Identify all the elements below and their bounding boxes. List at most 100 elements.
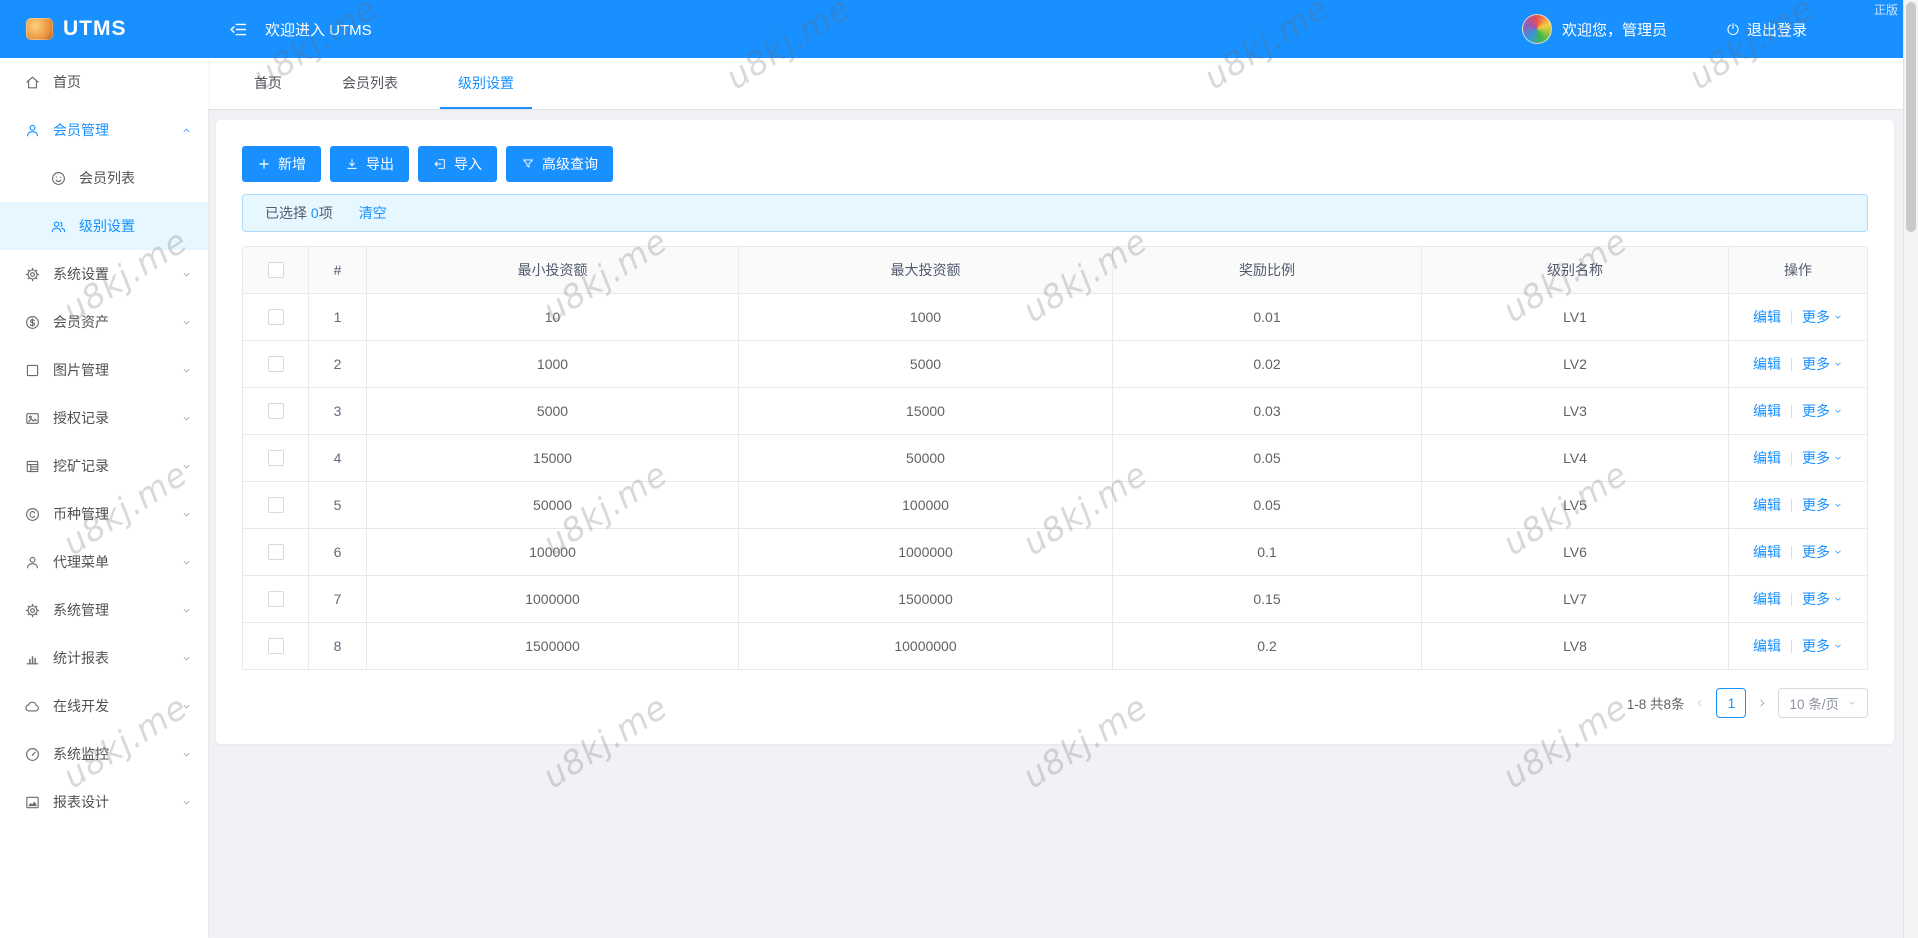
row-checkbox[interactable] bbox=[267, 309, 284, 325]
row-actions-cell: 编辑 更多 bbox=[1729, 294, 1867, 340]
user-avatar[interactable] bbox=[1521, 14, 1552, 44]
chevron-down-icon bbox=[181, 461, 192, 472]
edit-link[interactable]: 编辑 bbox=[1753, 354, 1781, 374]
table-body: 1 10 1000 0.01 LV1 编辑 更多 2 1000 5000 0.02 LV2 编辑 更多 3 5… bbox=[243, 293, 1867, 669]
tab-2[interactable]: 会员列表 bbox=[324, 58, 416, 109]
more-link[interactable]: 更多 bbox=[1802, 354, 1843, 374]
logout-label: 退出登录 bbox=[1746, 21, 1807, 39]
more-link[interactable]: 更多 bbox=[1802, 495, 1843, 515]
next-page-button[interactable] bbox=[1756, 697, 1768, 709]
table-row-8: 8 1500000 10000000 0.2 LV8 编辑 更多 bbox=[243, 622, 1867, 669]
edit-link[interactable]: 编辑 bbox=[1753, 589, 1781, 609]
action-divider bbox=[1791, 498, 1792, 512]
sidebar-item-8[interactable]: 授权记录 bbox=[0, 394, 208, 442]
copyright-icon bbox=[24, 506, 41, 523]
tab-3[interactable]: 级别设置 bbox=[440, 58, 532, 109]
edit-link[interactable]: 编辑 bbox=[1753, 636, 1781, 656]
sidebar-item-label: 系统设置 bbox=[53, 266, 109, 282]
download-icon bbox=[345, 157, 359, 171]
row-index: 8 bbox=[309, 623, 367, 669]
more-link[interactable]: 更多 bbox=[1802, 542, 1843, 562]
page-number-button[interactable]: 1 bbox=[1716, 688, 1747, 718]
reward-ratio-cell: 0.05 bbox=[1113, 435, 1422, 481]
area-chart-icon bbox=[24, 794, 41, 811]
edit-link[interactable]: 编辑 bbox=[1753, 401, 1781, 421]
level-name-cell: LV8 bbox=[1422, 623, 1729, 669]
level-name-cell: LV5 bbox=[1422, 482, 1729, 528]
chevron-down-icon bbox=[181, 605, 192, 616]
row-select-cell bbox=[243, 341, 309, 387]
scrollbar[interactable] bbox=[1903, 0, 1918, 938]
sidebar-item-1[interactable]: 首页 bbox=[0, 58, 208, 106]
sidebar-item-7[interactable]: 图片管理 bbox=[0, 346, 208, 394]
chevron-down-icon bbox=[1833, 312, 1843, 322]
row-checkbox[interactable] bbox=[267, 638, 284, 654]
edit-link[interactable]: 编辑 bbox=[1753, 542, 1781, 562]
row-actions-cell: 编辑 更多 bbox=[1729, 623, 1867, 669]
column-header: # bbox=[309, 247, 367, 293]
row-checkbox[interactable] bbox=[267, 403, 284, 419]
chevron-down-icon bbox=[181, 653, 192, 664]
sidebar-item-2[interactable]: 会员管理 bbox=[0, 106, 208, 154]
reward-ratio-cell: 0.02 bbox=[1113, 341, 1422, 387]
page-size-select[interactable]: 10 条/页 bbox=[1778, 688, 1868, 718]
sidebar-item-4[interactable]: 级别设置 bbox=[0, 202, 208, 250]
clear-selection-link[interactable]: 清空 bbox=[359, 203, 387, 223]
row-select-cell bbox=[243, 482, 309, 528]
advanced-query-button[interactable]: 高级查询 bbox=[506, 146, 613, 182]
prev-page-button[interactable] bbox=[1694, 697, 1706, 709]
sidebar-item-6[interactable]: 会员资产 bbox=[0, 298, 208, 346]
logo-text: UTMS bbox=[63, 17, 127, 40]
edit-link[interactable]: 编辑 bbox=[1753, 495, 1781, 515]
select-all-checkbox[interactable] bbox=[267, 262, 284, 278]
sidebar-item-15[interactable]: 系统监控 bbox=[0, 730, 208, 778]
sidebar-item-11[interactable]: 代理菜单 bbox=[0, 538, 208, 586]
sidebar-item-5[interactable]: 系统设置 bbox=[0, 250, 208, 298]
logout-button[interactable]: 退出登录 bbox=[1725, 19, 1807, 40]
row-checkbox[interactable] bbox=[267, 544, 284, 560]
add-button[interactable]: 新增 bbox=[242, 146, 321, 182]
row-actions-cell: 编辑 更多 bbox=[1729, 529, 1867, 575]
edit-link[interactable]: 编辑 bbox=[1753, 448, 1781, 468]
more-link[interactable]: 更多 bbox=[1802, 307, 1843, 327]
sidebar-item-16[interactable]: 报表设计 bbox=[0, 778, 208, 826]
max-investment-cell: 100000 bbox=[739, 482, 1113, 528]
more-link[interactable]: 更多 bbox=[1802, 401, 1843, 421]
scrollbar-thumb[interactable] bbox=[1906, 2, 1916, 232]
welcome-text: 欢迎进入 UTMS bbox=[265, 21, 372, 39]
bar-chart-icon bbox=[24, 650, 41, 667]
table-row-2: 2 1000 5000 0.02 LV2 编辑 更多 bbox=[243, 340, 1867, 387]
more-link[interactable]: 更多 bbox=[1802, 636, 1843, 656]
sidebar-item-10[interactable]: 币种管理 bbox=[0, 490, 208, 538]
menu-fold-icon[interactable] bbox=[228, 19, 249, 40]
level-name-cell: LV6 bbox=[1422, 529, 1729, 575]
sidebar-item-label: 级别设置 bbox=[79, 218, 135, 234]
edit-link[interactable]: 编辑 bbox=[1753, 307, 1781, 327]
row-checkbox[interactable] bbox=[267, 497, 284, 513]
sidebar-item-label: 报表设计 bbox=[53, 794, 109, 810]
export-button[interactable]: 导出 bbox=[330, 146, 409, 182]
smile-icon bbox=[50, 170, 67, 187]
more-link[interactable]: 更多 bbox=[1802, 589, 1843, 609]
sidebar-item-13[interactable]: 统计报表 bbox=[0, 634, 208, 682]
row-checkbox[interactable] bbox=[267, 356, 284, 372]
plus-icon bbox=[257, 157, 271, 171]
row-select-cell bbox=[243, 294, 309, 340]
row-checkbox[interactable] bbox=[267, 450, 284, 466]
sidebar: 首页 会员管理 会员列表级别设置系统设置会员资产 图片管理 授权记录 挖矿记录 币种管理 代理… bbox=[0, 58, 208, 938]
row-index: 7 bbox=[309, 576, 367, 622]
reward-ratio-cell: 0.03 bbox=[1113, 388, 1422, 434]
import-button[interactable]: 导入 bbox=[418, 146, 497, 182]
row-checkbox[interactable] bbox=[267, 591, 284, 607]
more-link[interactable]: 更多 bbox=[1802, 448, 1843, 468]
app-logo[interactable]: UTMS bbox=[0, 17, 208, 41]
sidebar-item-12[interactable]: 系统管理 bbox=[0, 586, 208, 634]
reward-ratio-cell: 0.05 bbox=[1113, 482, 1422, 528]
sidebar-item-3[interactable]: 会员列表 bbox=[0, 154, 208, 202]
tab-1[interactable]: 首页 bbox=[236, 58, 300, 109]
sidebar-item-9[interactable]: 挖矿记录 bbox=[0, 442, 208, 490]
level-name-cell: LV4 bbox=[1422, 435, 1729, 481]
sidebar-item-14[interactable]: 在线开发 bbox=[0, 682, 208, 730]
gear-icon bbox=[24, 266, 41, 283]
import-icon bbox=[433, 157, 447, 171]
